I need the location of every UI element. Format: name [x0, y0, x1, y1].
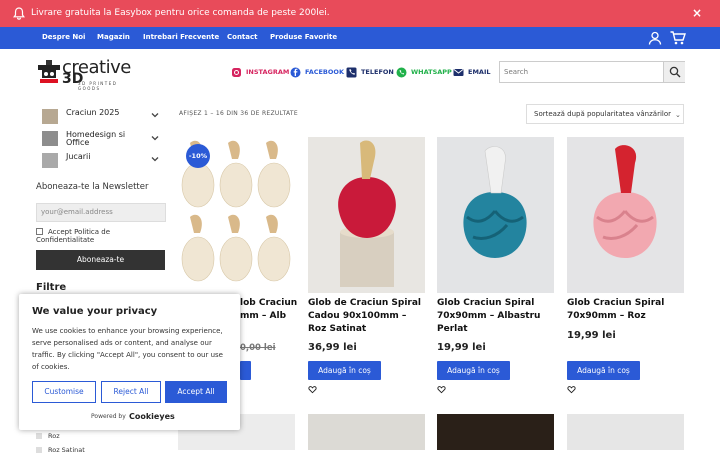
add-to-cart-button[interactable]: [240, 361, 251, 380]
logo-sub: 3D PRINTED GOODS: [78, 81, 118, 91]
product-image[interactable]: [437, 414, 554, 450]
customise-button[interactable]: Customise: [32, 381, 96, 403]
product-title-line1[interactable]: lob Craciun: [240, 297, 300, 310]
main-nav: Despre Noi Magazin Intrebari Frecvente C…: [0, 27, 720, 49]
search-input[interactable]: Search: [499, 61, 685, 83]
bell-icon: [13, 7, 25, 20]
newsletter-title: Aboneaza-te la Newsletter: [36, 182, 149, 192]
category-label: Craciun 2025: [66, 108, 120, 117]
add-to-cart-button[interactable]: Adaugă în coș: [437, 361, 510, 380]
filters-title: Filtre: [36, 282, 67, 293]
product-image[interactable]: [308, 137, 425, 293]
chevron-down-icon: ⌄: [675, 111, 681, 119]
category-jucarii[interactable]: Jucarii: [37, 150, 165, 172]
sort-select[interactable]: Sortează după popularitatea vânzărilor ⌄: [526, 104, 684, 124]
heart-icon[interactable]: [308, 385, 317, 394]
product-title[interactable]: Glob Craciun Spiral 70x90mm – Albastru P…: [437, 297, 555, 336]
filter-option-roz-satinat[interactable]: Roz Satinat: [36, 446, 85, 454]
product-image[interactable]: [567, 414, 684, 450]
nav-item-magazin[interactable]: Magazin: [97, 33, 130, 41]
filter-checkbox[interactable]: [36, 433, 42, 439]
heart-icon[interactable]: [437, 385, 446, 394]
whatsapp-label: WHATSAPP: [411, 68, 452, 76]
results-count: AFIȘEZ 1 – 16 DIN 36 DE REZULTATE: [179, 110, 298, 117]
email-placeholder: your@email.address: [41, 208, 113, 216]
close-icon[interactable]: ×: [690, 6, 704, 20]
email-label: EMAIL: [468, 68, 491, 76]
discount-badge: -10%: [186, 144, 210, 168]
whatsapp-link[interactable]: WHATSAPP: [396, 66, 452, 78]
product-price: 36,99 lei: [308, 342, 357, 353]
site-logo[interactable]: creative 3D 3D PRINTED GOODS: [34, 57, 136, 91]
accept-all-button[interactable]: Accept All: [165, 381, 227, 403]
category-thumb: [42, 153, 58, 168]
cookie-banner: We value your privacy We use cookies to …: [19, 294, 240, 430]
search-placeholder: Search: [504, 68, 529, 76]
cart-icon[interactable]: [670, 31, 686, 45]
category-label: Homedesign si Office: [66, 130, 126, 147]
phone-link[interactable]: TELEFON: [346, 66, 394, 78]
category-craciun-2025[interactable]: Craciun 2025: [37, 106, 165, 128]
filter-label: Roz: [48, 432, 60, 440]
product-image[interactable]: [308, 414, 425, 450]
add-to-cart-button[interactable]: Adaugă în coș: [308, 361, 381, 380]
email-field[interactable]: your@email.address: [36, 203, 166, 222]
facebook-label: FACEBOOK: [305, 68, 344, 76]
product-price: 19,99 lei: [567, 330, 616, 341]
email-link[interactable]: EMAIL: [453, 66, 491, 78]
phone-icon: [346, 67, 357, 77]
instagram-link[interactable]: INSTAGRAM: [231, 66, 289, 78]
product-title[interactable]: Glob Craciun Spiral 70x90mm – Roz: [567, 297, 685, 323]
category-thumb: [42, 131, 58, 146]
product-image[interactable]: [437, 137, 554, 293]
reject-all-button[interactable]: Reject All: [101, 381, 161, 403]
powered-by: Powered by: [91, 413, 126, 420]
search-icon: [669, 66, 681, 78]
chevron-down-icon[interactable]: [150, 110, 160, 120]
filter-option-roz[interactable]: Roz: [36, 432, 60, 440]
cookie-title: We value your privacy: [32, 306, 158, 317]
phone-label: TELEFON: [361, 68, 394, 76]
search-button[interactable]: [663, 62, 685, 82]
email-icon: [453, 68, 464, 76]
logo-mark-icon: [38, 60, 60, 83]
category-label: Jucarii: [66, 152, 91, 161]
chevron-down-icon[interactable]: [150, 154, 160, 164]
old-price: 0,00 lei: [240, 343, 276, 353]
whatsapp-icon: [396, 67, 407, 77]
nav-item-intrebari[interactable]: Intrebari Frecvente: [143, 33, 219, 41]
nav-item-contact[interactable]: Contact: [227, 33, 258, 41]
facebook-icon: [290, 67, 301, 77]
instagram-icon: [232, 67, 241, 77]
consent-label: Accept Politica de Confidentialitate: [36, 228, 111, 244]
facebook-link[interactable]: FACEBOOK: [290, 66, 344, 78]
product-price: 19,99 lei: [437, 342, 486, 353]
chevron-down-icon[interactable]: [150, 133, 160, 143]
product-title-line2[interactable]: mm – Alb: [240, 310, 300, 323]
heart-icon[interactable]: [567, 385, 576, 394]
sort-value: Sortează după popularitatea vânzărilor: [534, 110, 671, 118]
nav-item-favorite[interactable]: Produse Favorite: [270, 33, 337, 41]
cookie-body: We use cookies to enhance your browsing …: [32, 327, 223, 371]
subscribe-button[interactable]: Aboneaza-te: [36, 250, 165, 270]
category-homedesign[interactable]: Homedesign si Office: [37, 128, 165, 150]
promo-text: Livrare gratuita la Easybox pentru orice…: [31, 8, 330, 18]
cookieyes-logo: Cookieyes: [129, 412, 175, 421]
nav-item-despre-noi[interactable]: Despre Noi: [42, 33, 85, 41]
add-to-cart-button[interactable]: Adaugă în coș: [567, 361, 640, 380]
filter-label: Roz Satinat: [48, 446, 85, 454]
promo-bar: Livrare gratuita la Easybox pentru orice…: [0, 0, 720, 27]
product-image[interactable]: [567, 137, 684, 293]
filter-checkbox[interactable]: [36, 447, 42, 453]
user-icon[interactable]: [648, 31, 662, 45]
product-title[interactable]: Glob de Craciun Spiral Cadou 90x100mm – …: [308, 297, 426, 336]
instagram-label: INSTAGRAM: [246, 68, 290, 76]
category-thumb: [42, 109, 58, 124]
